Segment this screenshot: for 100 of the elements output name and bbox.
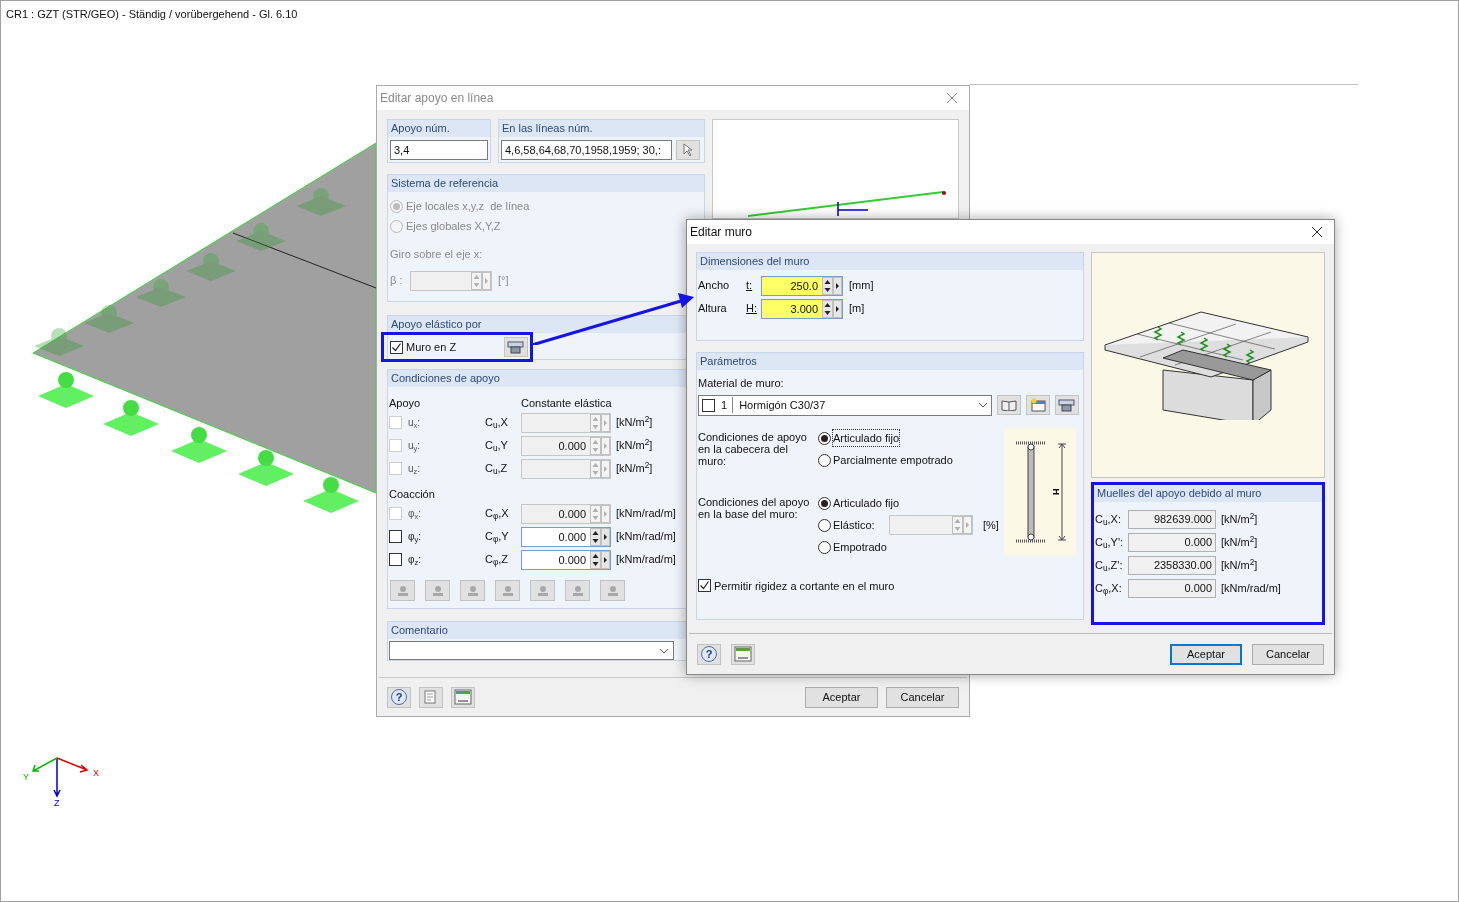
spinner-arrows-icon (590, 550, 610, 569)
unit-label: [kN/m$^{2}$] (1221, 534, 1258, 551)
spinner-arrows-icon (471, 271, 491, 290)
field-label: Condiciones de apoyo en la cabecera del muro: (698, 429, 808, 467)
number-field[interactable]: 3.000 (761, 298, 843, 319)
dialog-title: Editar apoyo en línea (380, 90, 494, 107)
viewport-title: CR1 : GZT (STR/GEO) - Ständig / vorübergehend - Gl. 6.10 (6, 8, 298, 20)
column-heading: Constante elástica (521, 395, 612, 411)
dof-label: u$_{y}$: (408, 439, 422, 453)
toolbar-button[interactable] (390, 580, 415, 601)
number-field[interactable] (410, 270, 492, 291)
unit-label: [m] (849, 301, 865, 317)
spinner-arrows-icon (590, 413, 610, 432)
spring-symbol: C$_{φ}$,X: (1095, 581, 1123, 597)
radio-button[interactable] (818, 518, 831, 532)
unit-label: [kNm/rad/m] (616, 506, 676, 522)
axis-label: Y (23, 771, 29, 784)
edit-button[interactable] (1055, 395, 1079, 415)
dialog-button[interactable]: Aceptar (1170, 643, 1242, 665)
spinner-arrows-icon (590, 504, 610, 523)
wall-support-icon (507, 340, 525, 354)
dimension-line-icon (1058, 441, 1067, 542)
toolbar-button[interactable] (460, 580, 485, 601)
spring-symbol: C$_{φ}$,X (485, 506, 510, 522)
field-label: Giro sobre el eje x: (390, 247, 484, 262)
radio-label: Eje locales x,y,z de línea (406, 198, 530, 214)
section-header: Parámetros (697, 353, 1083, 370)
field-label: β : (390, 273, 404, 289)
dof-label: u$_{z}$: (408, 462, 422, 476)
spinner-arrows-icon (822, 276, 842, 295)
unit-label: [%] (983, 517, 999, 533)
section-header: Sistema de referencia (388, 175, 704, 192)
spring-symbol: C$_{φ}$,Y (485, 529, 510, 545)
spring-symbol: C$_{u}$,X (485, 415, 509, 431)
dialog-button[interactable]: Cancelar (886, 686, 959, 708)
readonly-field: 0.000 (1128, 579, 1216, 598)
toolbar-button[interactable] (565, 580, 590, 601)
wall-support-icon (1058, 398, 1076, 412)
spinner-arrows-icon (952, 516, 972, 534)
unit-label: [°] (498, 273, 509, 289)
unit-label: [kNm/rad/m] (616, 552, 676, 568)
number-field[interactable]: 0.000 (521, 549, 611, 570)
dof-label: u$_{x}$: (408, 416, 422, 430)
number-field[interactable]: 250.0 (761, 275, 843, 296)
book-icon (1001, 399, 1017, 411)
toolbar-button[interactable] (600, 580, 625, 601)
checkbox[interactable] (389, 530, 402, 543)
text-field[interactable]: 4,6,58,64,68,70,1958,1959; 30,: (501, 140, 672, 160)
pick-button[interactable] (676, 140, 700, 160)
checkbox-label: Muro en Z (406, 339, 458, 355)
edit-button[interactable] (419, 686, 443, 708)
spinner-arrows-icon (822, 299, 842, 318)
radio-button[interactable] (818, 431, 831, 445)
unit-label: [kNm/rad/m] (616, 529, 676, 545)
new-window-icon (1030, 398, 1046, 412)
checkbox-label: Permitir rigidez a cortante en el muro (714, 578, 895, 594)
color-swatch (702, 398, 715, 412)
radio-button[interactable] (818, 496, 831, 510)
dof-label: φ$_{y}$: (408, 530, 422, 544)
radio-label: Articulado fijo (833, 429, 900, 447)
column-heading: Apoyo (389, 395, 422, 411)
symbol-label: H: (746, 301, 758, 317)
library-button[interactable] (997, 395, 1021, 415)
spinner-arrows-icon (590, 436, 610, 455)
radio-button[interactable] (818, 540, 831, 554)
toolbar-button[interactable] (495, 580, 520, 601)
unit-label: [kN/m$^{2}$] (616, 414, 653, 431)
toolbar-button[interactable] (425, 580, 450, 601)
spinner-arrows-icon (590, 459, 610, 478)
dof-label: φ$_{x}$: (408, 507, 422, 521)
radio-label: Parcialmente empotrado (833, 452, 953, 468)
number-field[interactable]: 0.000 (521, 526, 611, 547)
units-button[interactable] (731, 643, 755, 665)
radio-button[interactable] (818, 453, 831, 467)
edit-wall-button[interactable] (504, 337, 528, 357)
close-icon[interactable] (1311, 226, 1323, 238)
chevron-down-icon (978, 402, 988, 408)
dialog-button[interactable]: Cancelar (1252, 643, 1324, 665)
material-dropdown[interactable]: 1 Hormigón C30/37 (698, 394, 992, 416)
dof-label: φ$_{z}$: (408, 553, 422, 567)
new-button[interactable] (1026, 395, 1050, 415)
checkbox[interactable] (698, 579, 711, 593)
toolbar-button[interactable] (530, 580, 555, 601)
checkbox[interactable] (389, 553, 402, 566)
comment-dropdown[interactable] (389, 641, 674, 660)
section-header: Apoyo núm. (388, 120, 490, 137)
readonly-field: 982639.000 (1128, 510, 1216, 529)
number-field[interactable] (521, 412, 611, 433)
number-field[interactable] (889, 515, 973, 535)
dialog-button[interactable]: Aceptar (805, 686, 878, 708)
notepad-icon (424, 690, 438, 704)
number-field[interactable] (521, 458, 611, 479)
text-field[interactable]: 3,4 (390, 140, 488, 160)
cursor-icon (682, 143, 694, 157)
checkbox[interactable] (390, 340, 403, 354)
spring-symbol: C$_{u}$,Y (485, 438, 509, 454)
units-button[interactable] (451, 686, 475, 708)
unit-label: [kNm/rad/m] (1221, 581, 1281, 597)
readonly-field: 2358330.00 (1128, 556, 1216, 575)
spring-symbol: C$_{u}$,Z': (1095, 558, 1124, 574)
